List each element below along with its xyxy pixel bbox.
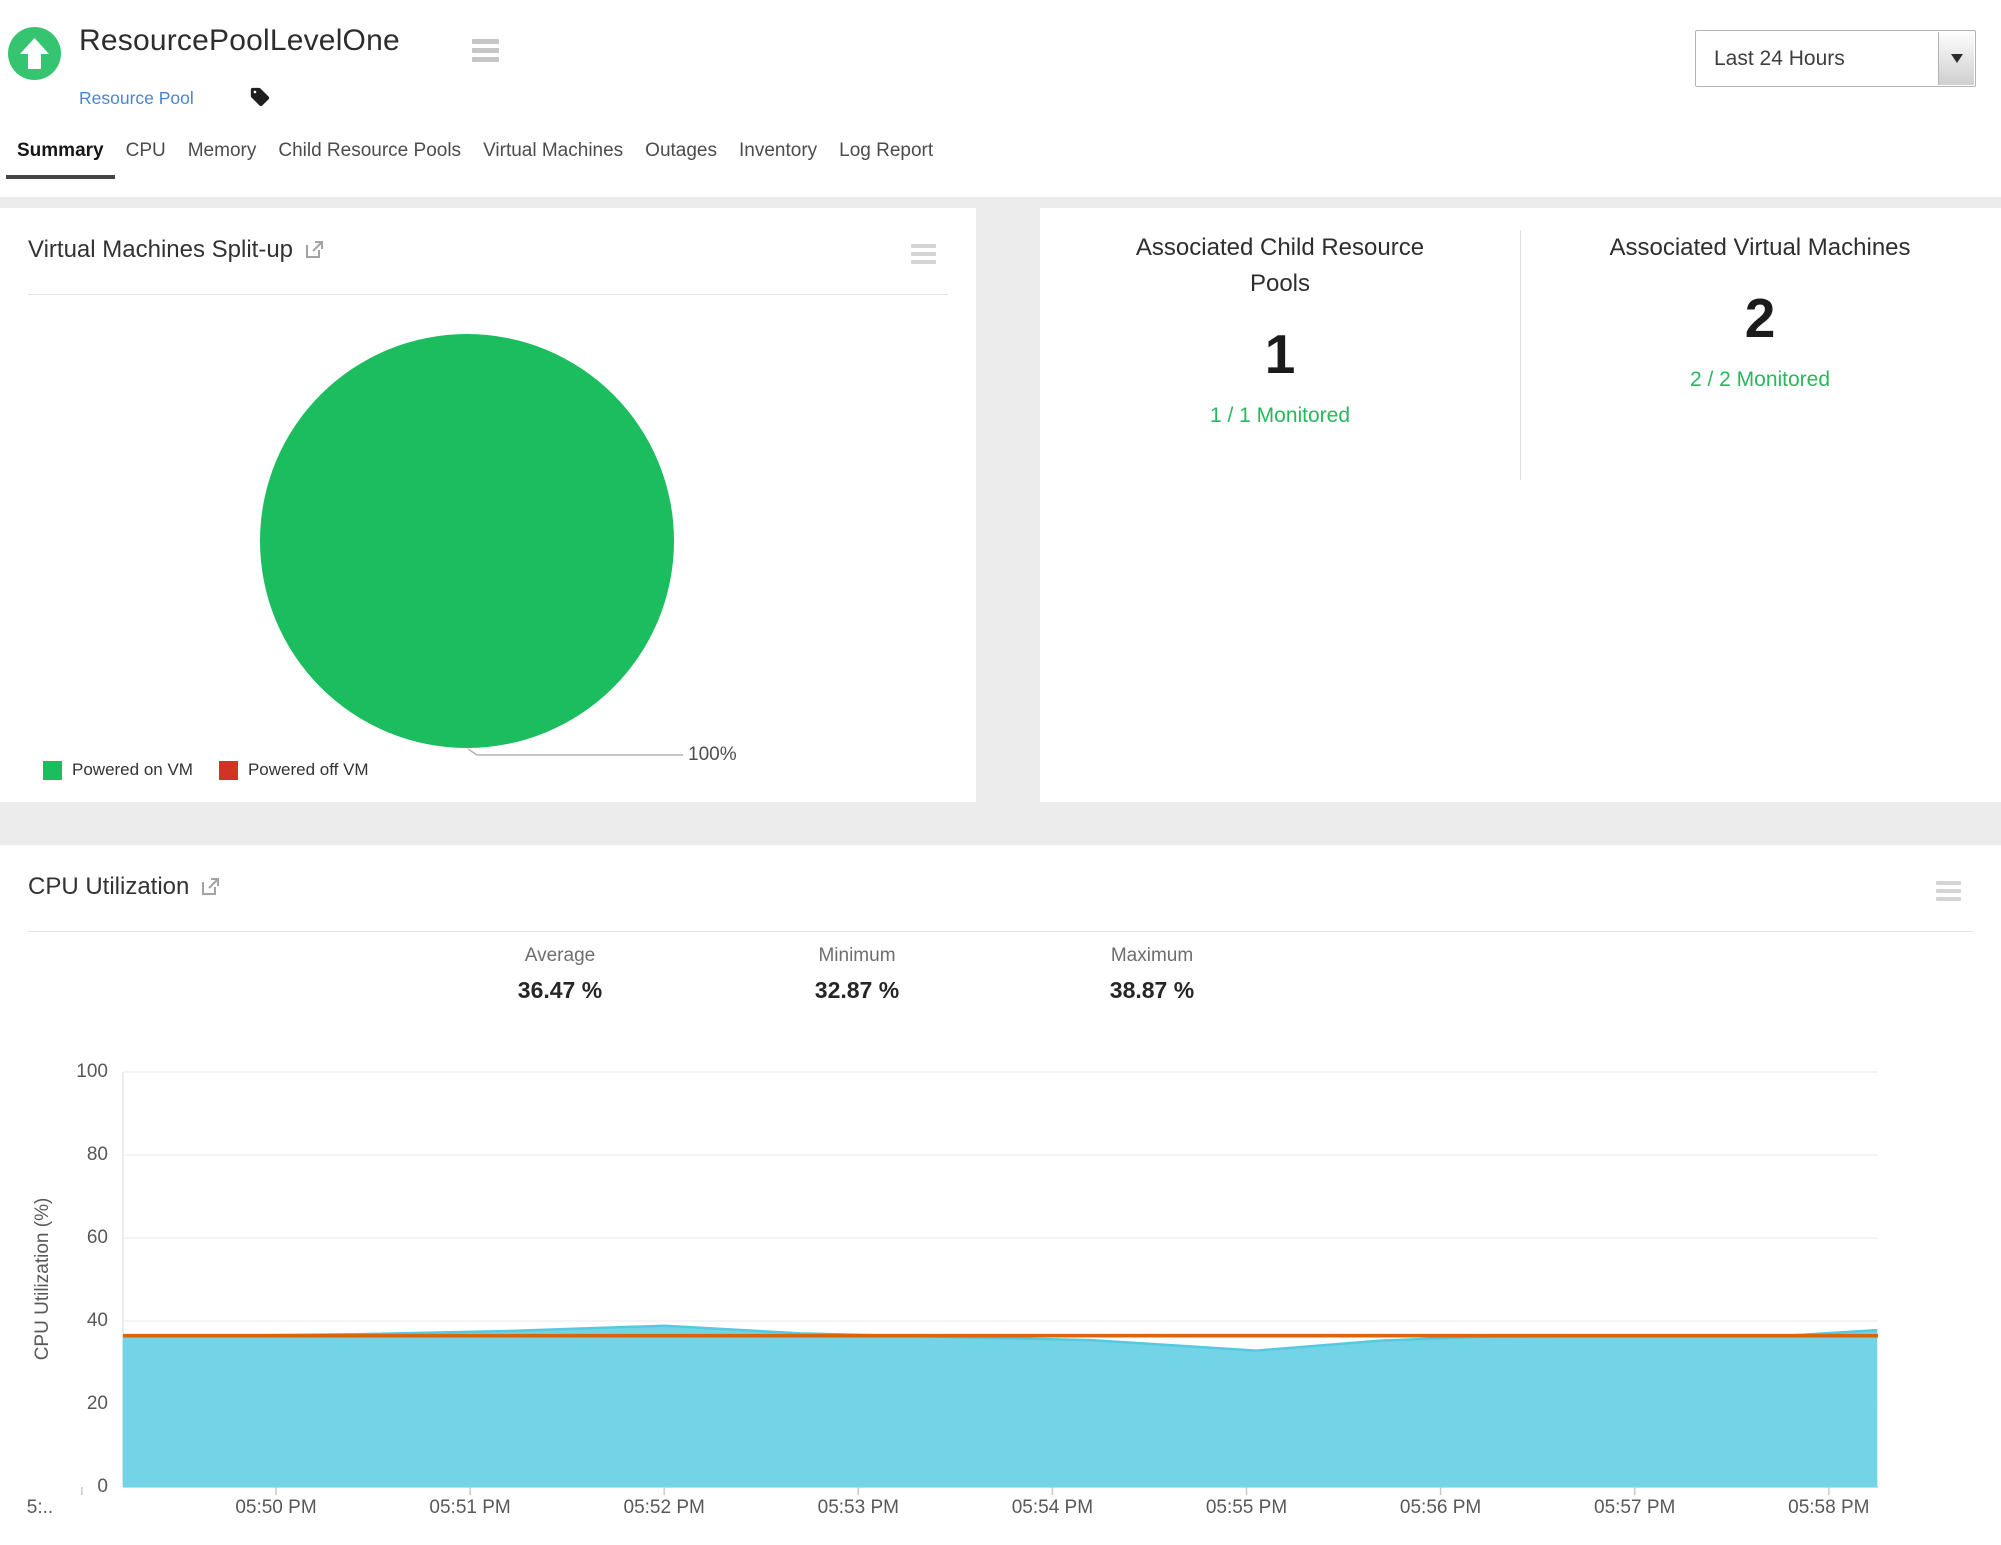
tab-bar: SummaryCPUMemoryChild Resource PoolsVirt… <box>6 134 944 179</box>
panel-divider-line <box>28 931 1973 932</box>
cpu-menu-icon[interactable] <box>1936 881 1961 901</box>
cpu-area-series <box>123 1326 1878 1487</box>
stat-value: 36.47 % <box>450 977 670 1004</box>
y-axis-tick-label: 0 <box>58 1476 108 1498</box>
tab-outages[interactable]: Outages <box>634 134 728 179</box>
stat-value: 32.87 % <box>747 977 967 1004</box>
tab-cpu[interactable]: CPU <box>115 134 177 179</box>
y-axis-tick-label: 20 <box>58 1393 108 1415</box>
app-root: ResourcePoolLevelOne Resource Pool Last … <box>0 0 2001 1545</box>
virtual-machines-monitored: 2 / 2 Monitored <box>1520 368 2000 392</box>
cpu-utilization-panel: CPU Utilization Average 36.47 % Minimum 32.… <box>0 845 2001 1545</box>
stat-label: Average <box>450 945 670 967</box>
x-axis-tick-label: 05:54 PM <box>972 1497 1132 1519</box>
virtual-machines-card: Associated Virtual Machines 2 2 / 2 Moni… <box>1520 208 2000 802</box>
cpu-area-edge <box>123 1326 1878 1351</box>
x-axis-tick-label: 05:58 PM <box>1749 1497 1909 1519</box>
legend-item-powered-on-vm[interactable]: Powered on VM <box>43 760 193 780</box>
header: ResourcePoolLevelOne Resource Pool Last … <box>0 0 2001 197</box>
cpu-panel-header: CPU Utilization <box>0 845 2001 903</box>
time-range-select[interactable]: Last 24 Hours <box>1695 30 1976 87</box>
x-axis-tick-label: 05:51 PM <box>390 1497 550 1519</box>
tab-log-report[interactable]: Log Report <box>828 134 944 179</box>
vm-splitup-panel: Virtual Machines Split-up 100% Powered o… <box>0 208 976 802</box>
stat-label: Maximum <box>1042 945 1262 967</box>
virtual-machines-count: 2 <box>1520 288 2000 348</box>
x-axis-tick-label: 05:57 PM <box>1555 1497 1715 1519</box>
legend-swatch-powered-on-vm <box>43 761 62 780</box>
y-axis-tick-label: 60 <box>58 1227 108 1249</box>
vm-splitup-pie-chart <box>0 208 976 802</box>
tag-icon[interactable] <box>249 86 271 108</box>
card-title: Associated Child Resource Pools <box>1040 230 1520 302</box>
cpu-stat-average: Average 36.47 % <box>450 945 670 1004</box>
card-divider-line <box>1520 230 1521 480</box>
stat-label: Minimum <box>747 945 967 967</box>
tab-memory[interactable]: Memory <box>177 134 268 179</box>
cpu-stat-maximum: Maximum 38.87 % <box>1042 945 1262 1004</box>
title-menu-icon[interactable] <box>472 39 499 62</box>
x-axis-tick-label: 05:50 PM <box>196 1497 356 1519</box>
cpu-utilization-title: CPU Utilization <box>28 873 189 900</box>
cpu-stat-minimum: Minimum 32.87 % <box>747 945 967 1004</box>
x-axis-tick-label: 05:56 PM <box>1361 1497 1521 1519</box>
y-axis-tick-label: 100 <box>58 1061 108 1083</box>
x-axis-tick-label: 5:.. <box>15 1497 65 1519</box>
legend-label: Powered off VM <box>248 760 369 780</box>
time-range-value: Last 24 Hours <box>1714 31 1845 86</box>
pie-data-label: 100% <box>688 744 737 766</box>
pie-slice-powered-on[interactable] <box>260 334 674 748</box>
pie-legend: Powered on VM Powered off VM <box>43 760 369 780</box>
legend-label: Powered on VM <box>72 760 193 780</box>
tab-inventory[interactable]: Inventory <box>728 134 828 179</box>
x-axis-tick-label: 05:55 PM <box>1167 1497 1327 1519</box>
popout-icon[interactable] <box>199 875 221 897</box>
availability-up-icon <box>8 27 61 80</box>
card-title: Associated Virtual Machines <box>1520 230 2000 266</box>
cpu-utilization-chart <box>0 845 2001 1545</box>
x-axis-tick-label: 05:52 PM <box>584 1497 744 1519</box>
y-axis-title: CPU Utilization (%) <box>32 1129 56 1429</box>
y-axis-tick-label: 40 <box>58 1310 108 1332</box>
select-dropdown-arrow-icon[interactable] <box>1938 32 1974 85</box>
page-title: ResourcePoolLevelOne <box>79 24 400 58</box>
pie-label-leader-line <box>468 749 683 755</box>
legend-swatch-powered-off-vm <box>219 761 238 780</box>
child-resource-pools-card: Associated Child Resource Pools 1 1 / 1 … <box>1040 208 1520 802</box>
tab-virtual-machines[interactable]: Virtual Machines <box>472 134 634 179</box>
tab-child-resource-pools[interactable]: Child Resource Pools <box>267 134 472 179</box>
x-axis-tick-label: 05:53 PM <box>778 1497 938 1519</box>
associated-panel: Associated Child Resource Pools 1 1 / 1 … <box>1040 208 2001 802</box>
resource-pool-link[interactable]: Resource Pool <box>79 88 194 109</box>
tab-summary[interactable]: Summary <box>6 134 115 179</box>
y-axis-tick-label: 80 <box>58 1144 108 1166</box>
child-resource-pools-count: 1 <box>1040 324 1520 384</box>
legend-item-powered-off-vm[interactable]: Powered off VM <box>219 760 369 780</box>
stat-value: 38.87 % <box>1042 977 1262 1004</box>
child-resource-pools-monitored: 1 / 1 Monitored <box>1040 404 1520 428</box>
